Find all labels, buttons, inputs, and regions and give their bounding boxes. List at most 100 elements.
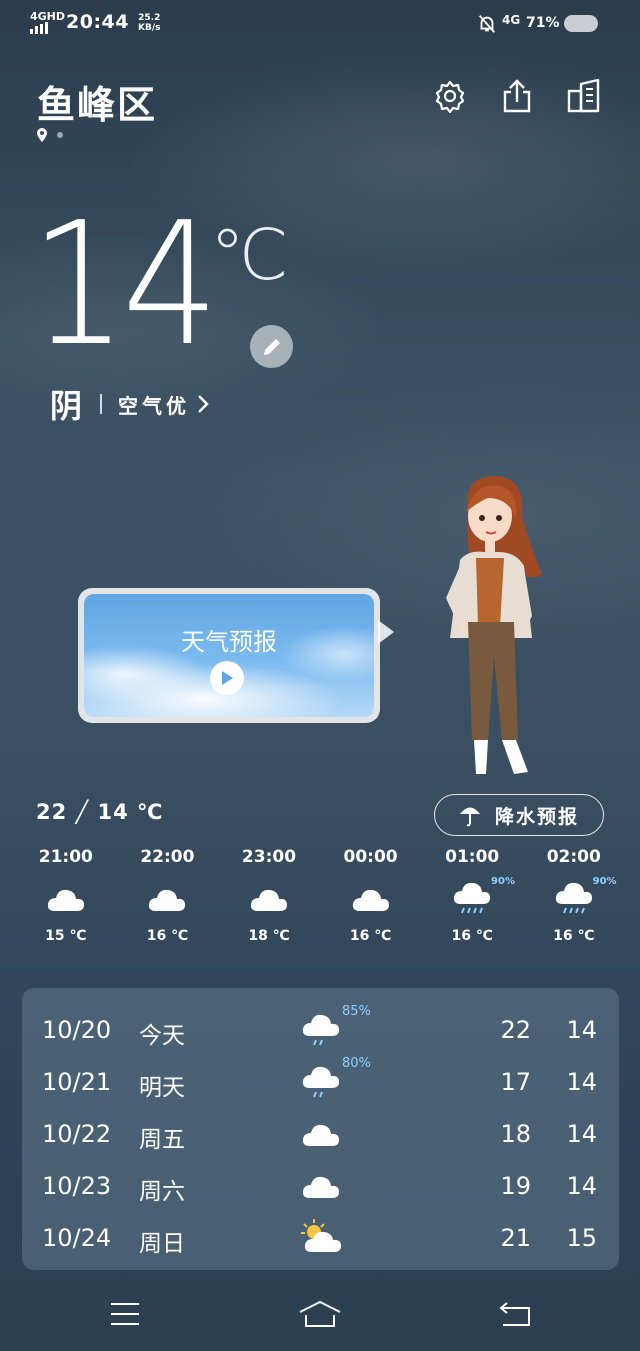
network-type: 4GHD [30,10,66,23]
clock: 20:44 [66,11,129,33]
gear-icon [435,80,465,113]
play-button[interactable] [210,661,244,695]
day-low: 14 [566,1068,597,1096]
day-name: 周日 [139,1231,185,1257]
divider [100,394,103,414]
day-high: 17 [500,1068,531,1096]
day-date: 10/23 [42,1172,112,1200]
day-low: 15 [566,1224,597,1252]
cloudy-icon [117,874,219,924]
rain-forecast-button[interactable]: 降水预报 [434,794,604,836]
day-name: 周五 [139,1127,185,1153]
rain-icon [302,1014,339,1046]
home-icon [299,1300,341,1327]
speed-value: 25.2 [138,13,161,23]
day-low: 14 [566,1016,597,1044]
battery-icon [564,15,598,32]
day-high: 19 [500,1172,531,1200]
day-high: 22 [500,1016,531,1044]
hour-temperature: 16 ℃ [349,928,392,944]
hourly-item: 02:00 90% 16 ℃ [523,846,625,944]
speech-bubble-tail [378,620,394,644]
signal-icon [30,22,48,34]
precip-probability: 90% [491,876,515,887]
share-button[interactable] [497,76,537,116]
rain-forecast-label: 降水预报 [494,805,579,828]
rain-icon [302,1066,339,1098]
day-low: 14 [566,1120,597,1148]
hour-time: 02:00 [546,847,601,867]
status-bar: 4GHD 20:44 25.2 KB/s 4G 71% [0,0,640,48]
day-name: 周六 [139,1179,185,1205]
cloudy-icon [302,1124,339,1146]
buildings-icon [567,78,600,113]
back-icon [499,1302,530,1326]
day-low: 14 [566,1172,597,1200]
hourly-item: 00:00 16 ℃ [320,846,422,944]
hour-time: 01:00 [445,847,500,867]
pencil-icon [263,338,280,355]
hour-temperature: 16 ℃ [553,928,595,944]
daily-row[interactable]: 10/20 今天 85% 22 14 [22,1004,619,1052]
hourly-forecast[interactable]: 21:00 15 ℃ 22:00 16 ℃ 23:00 18 ℃ 00:00 1… [15,846,625,944]
city-manage-button[interactable] [564,76,604,116]
home-button[interactable] [290,1294,350,1334]
partly-sunny-icon [301,1219,341,1252]
precip-probability: 85% [342,1004,371,1019]
hour-temperature: 16 ℃ [451,928,493,944]
page-indicator [37,128,63,142]
speed-unit: KB/s [138,23,161,33]
video-title: 天气预报 [181,628,277,656]
page-dot [57,132,63,138]
hour-time: 21:00 [38,847,93,867]
current-temperature: 14 [30,186,219,384]
settings-button[interactable] [430,76,470,116]
weather-condition: 阴 [50,387,83,425]
today-temperature-range: 22 ╱ 14 ℃ [36,800,164,824]
precip-probability: 80% [342,1056,371,1071]
city-name[interactable]: 鱼峰区 [37,74,157,129]
air-quality: 空气优 [118,393,191,418]
day-high: 18 [500,1120,531,1148]
daily-row[interactable]: 10/24 周日 21 15 [22,1219,619,1260]
hourly-item: 22:00 16 ℃ [117,846,219,944]
system-navigation-bar [0,1278,640,1351]
cloudy-icon [15,874,117,924]
hourly-item: 01:00 90% 16 ℃ [421,846,523,944]
cloudy-icon [320,874,422,924]
network-speed: 25.2 KB/s [138,13,160,33]
menu-button[interactable] [95,1294,155,1334]
precip-probability: 90% [592,876,617,887]
daily-forecast[interactable]: 10/20 今天 85% 22 14 10/21 明天 80% 17 14 10… [22,988,619,1270]
day-high: 21 [500,1224,531,1252]
day-name: 今天 [139,1023,185,1049]
daily-row[interactable]: 10/21 明天 80% 17 14 [22,1056,619,1104]
hour-time: 00:00 [343,847,398,867]
play-icon [222,671,233,685]
network-type-2: 4G [502,13,521,27]
video-thumbnail: 天气预报 [84,594,374,717]
daily-row[interactable]: 10/22 周五 18 14 [22,1116,619,1156]
day-name: 明天 [139,1075,185,1101]
umbrella-icon [459,807,480,827]
hour-time: 22:00 [140,847,195,867]
hour-time: 23:00 [241,847,297,867]
chevron-right-icon [198,395,209,413]
edit-button[interactable] [250,325,293,368]
forecast-video-card[interactable]: 天气预报 [78,588,380,723]
temperature-unit: ℃ [210,214,289,296]
condition-row[interactable]: 阴 空气优 [50,381,210,427]
back-button[interactable] [485,1294,545,1334]
menu-icon [111,1303,139,1325]
daily-row[interactable]: 10/23 周六 19 14 [22,1168,619,1208]
hour-temperature: 16 ℃ [146,928,189,944]
hour-temperature: 15 ℃ [45,928,87,944]
share-icon [503,79,531,113]
day-date: 10/22 [42,1120,112,1148]
cloudy-icon [302,1176,339,1198]
cloudy-icon [218,874,320,924]
location-pin-icon [37,128,47,142]
hourly-item: 21:00 15 ℃ [15,846,117,944]
day-date: 10/21 [42,1068,112,1096]
day-date: 10/20 [42,1016,112,1044]
